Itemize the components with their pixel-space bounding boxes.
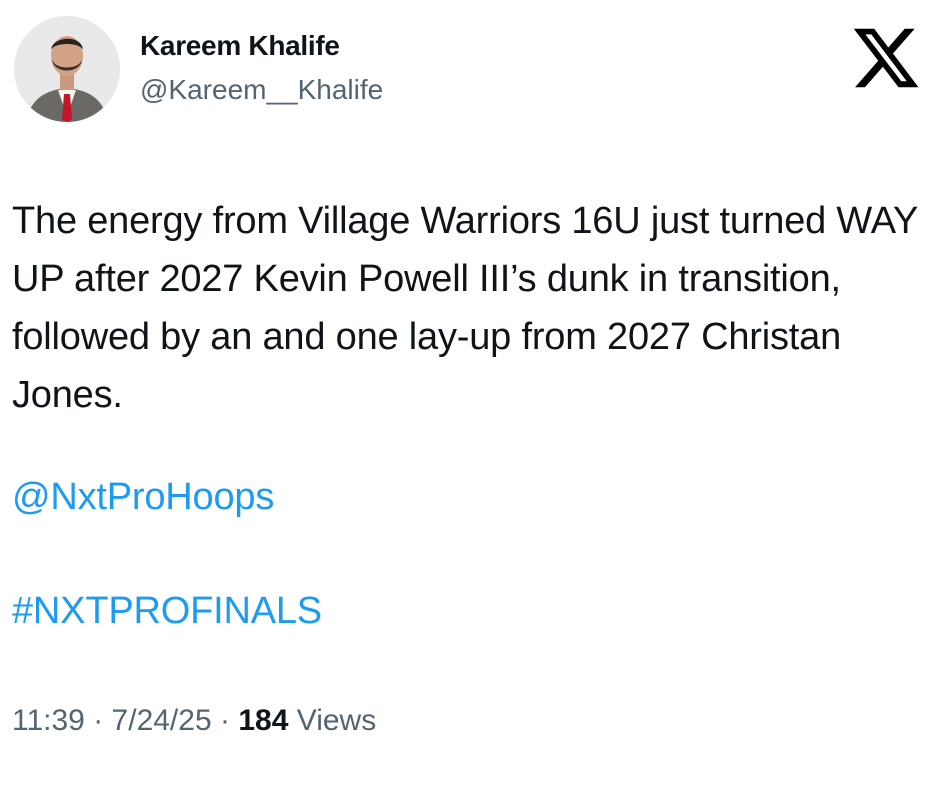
x-logo-icon[interactable] — [848, 22, 924, 94]
tweet-card: Kareem Khalife @Kareem__Khalife The ener… — [0, 0, 940, 800]
avatar[interactable] — [14, 16, 120, 122]
views-label: Views — [296, 704, 377, 737]
hashtag-link[interactable]: #NXTPROFINALS — [12, 590, 322, 633]
tweet-date[interactable]: 7/24/25 — [112, 704, 212, 737]
author-display-name[interactable]: Kareem Khalife — [140, 30, 340, 62]
views-count: 184 — [238, 704, 289, 737]
meta-separator: · — [93, 704, 104, 737]
author-handle[interactable]: @Kareem__Khalife — [140, 74, 383, 106]
meta-separator: · — [219, 704, 230, 737]
tweet-time[interactable]: 11:39 — [12, 704, 85, 737]
tweet-text: The energy from Village Warriors 16U jus… — [12, 200, 918, 416]
tweet-meta: 11:39 · 7/24/25 · 184 Views — [12, 704, 376, 738]
mention-link[interactable]: @NxtProHoops — [12, 476, 274, 519]
avatar-photo — [14, 16, 120, 122]
